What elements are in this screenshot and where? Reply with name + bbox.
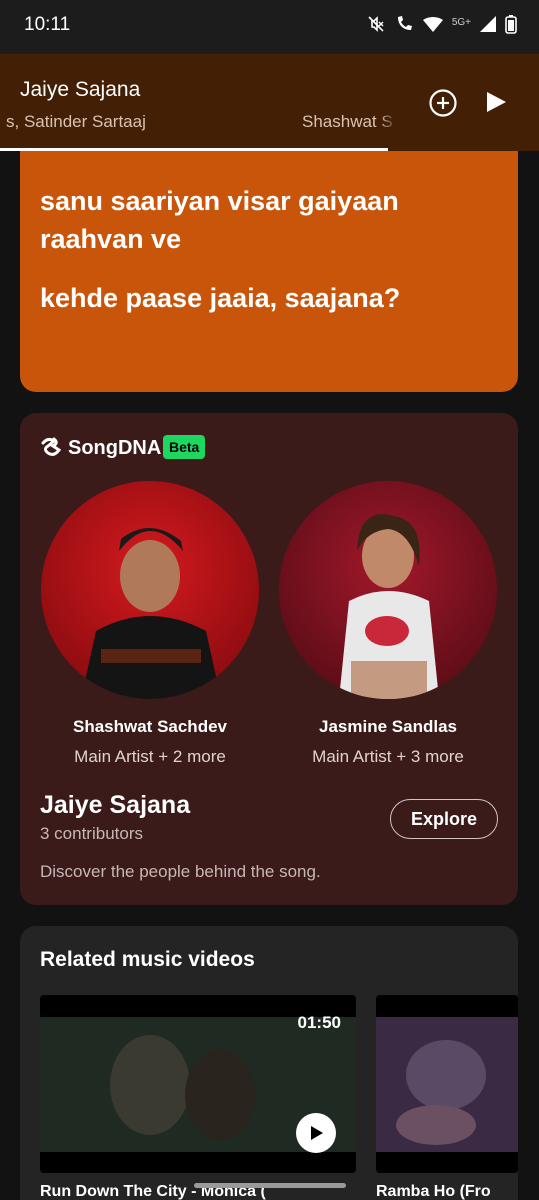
songdna-logo-text: SongDNA	[68, 437, 162, 459]
wifi-icon	[422, 15, 444, 38]
beta-badge: Beta	[163, 435, 206, 459]
songdna-song-title: Jaiye Sajana	[40, 791, 191, 819]
artist-card[interactable]: Jasmine Sandlas Main Artist + 3 more	[278, 481, 498, 767]
artist-card[interactable]: Shashwat Sachdev Main Artist + 2 more	[40, 481, 260, 767]
battery-icon	[505, 14, 517, 39]
play-icon[interactable]	[484, 90, 508, 114]
explore-button[interactable]: Explore	[390, 799, 498, 839]
signal-icon	[479, 15, 497, 38]
lyric-line: sanu saariyan visar gaiyaan	[40, 186, 399, 216]
status-bar: 10:11 5G+	[0, 0, 539, 54]
now-playing-title: Jaiye Sajana	[20, 78, 141, 101]
lyric-line: kehde paase jaaia, saajana?	[40, 283, 401, 313]
status-icons: 5G+	[366, 14, 517, 39]
related-videos-title: Related music videos	[40, 948, 255, 971]
playback-progress-bar[interactable]	[0, 148, 389, 151]
songdna-logo: SongDNA	[40, 435, 161, 462]
video-thumbnail[interactable]: 01:50	[40, 995, 356, 1173]
video-caption[interactable]: Ramba Ho (Fro	[376, 1183, 518, 1200]
artist-avatar	[279, 481, 497, 699]
wifi-calling-icon	[394, 14, 414, 39]
mute-icon	[366, 14, 386, 39]
network-type-label: 5G+	[451, 17, 471, 28]
video-duration: 01:50	[297, 1013, 341, 1032]
songdna-description: Discover the people behind the song.	[40, 862, 321, 881]
artist-avatar	[41, 481, 259, 699]
songdna-icon	[40, 435, 62, 462]
related-videos-card: Related music videos 01:50 Run Down The …	[20, 926, 518, 1200]
add-circle-icon[interactable]	[428, 88, 458, 118]
now-playing-artists-scroll: Shashwat S	[302, 112, 393, 131]
artist-role: Main Artist + 3 more	[312, 747, 464, 766]
lyrics-card[interactable]: sanu saariyan visar gaiyaan raahvan ve k…	[20, 110, 518, 392]
mini-player[interactable]: Jaiye Sajana s, Satinder Sartaaj Shashwa…	[0, 54, 539, 151]
contributors-count: 3 contributors	[40, 824, 143, 843]
artist-role: Main Artist + 2 more	[74, 747, 226, 766]
songdna-card[interactable]: SongDNA Beta Shashwat Sachdev Main Artis…	[20, 413, 518, 905]
home-indicator[interactable]	[194, 1183, 346, 1188]
artist-name: Jasmine Sandlas	[319, 717, 457, 736]
video-thumbnail[interactable]	[376, 995, 518, 1173]
artist-name: Shashwat Sachdev	[72, 717, 227, 736]
lyric-line: raahvan ve	[40, 224, 182, 254]
now-playing-artists: s, Satinder Sartaaj	[6, 112, 146, 131]
status-time: 10:11	[24, 14, 71, 35]
play-icon[interactable]	[296, 1113, 336, 1153]
